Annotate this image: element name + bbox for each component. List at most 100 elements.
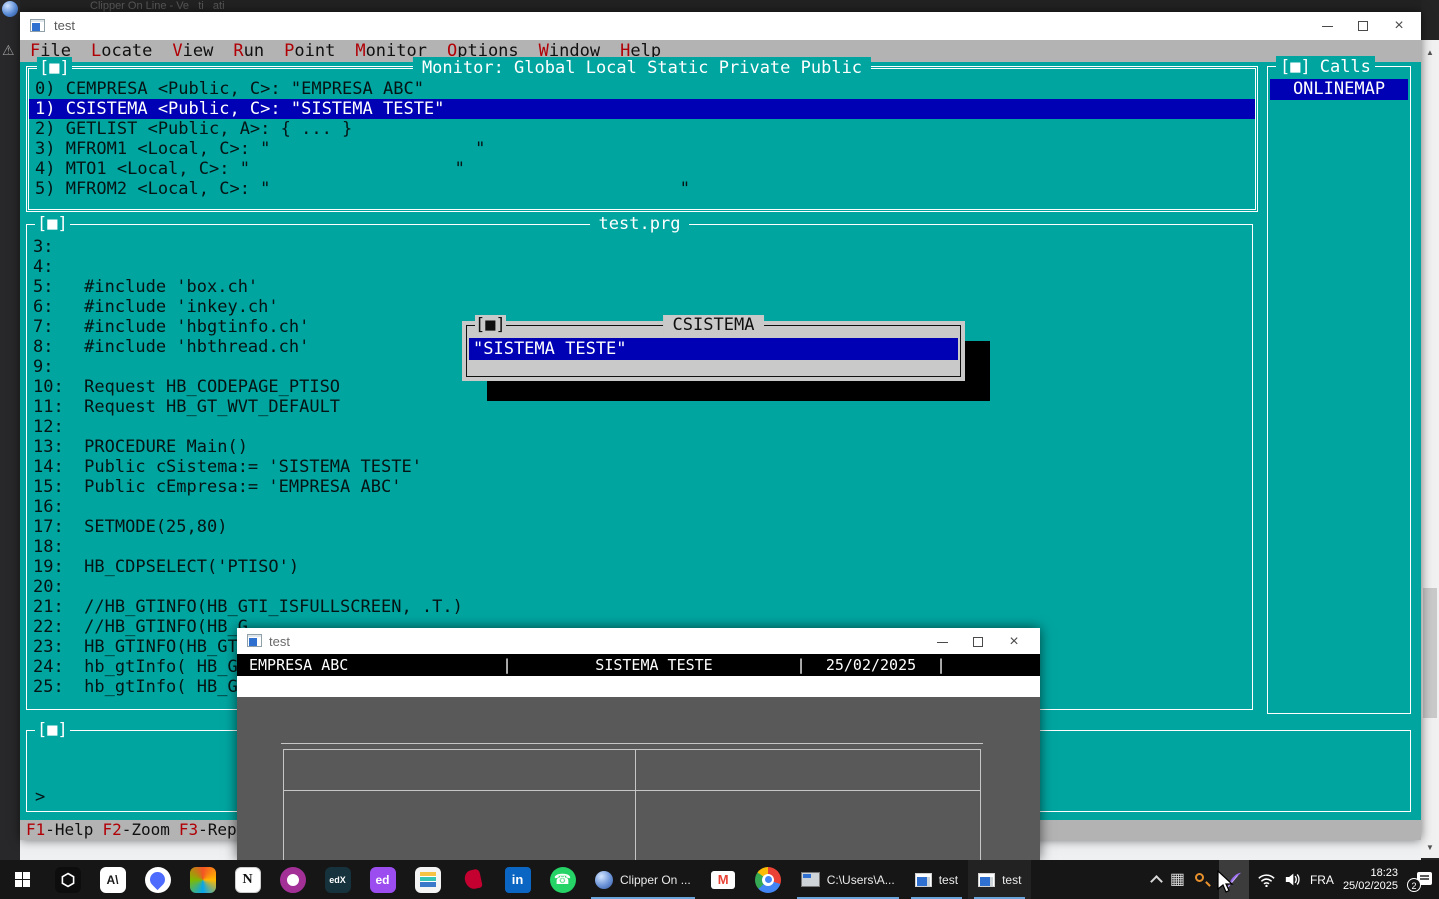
- fkey-f2[interactable]: F2: [102, 820, 121, 839]
- taskbar-item-chrome[interactable]: [746, 860, 791, 899]
- code-line: 13: PROCEDURE Main(): [27, 437, 1252, 457]
- monitor-row[interactable]: 2) GETLIST <Public, A>: { ... }: [29, 119, 1255, 139]
- linkedin-icon: in: [505, 867, 531, 893]
- task-button-console[interactable]: C:\Users\A...: [791, 860, 905, 899]
- globe-browser-icon: [595, 871, 613, 889]
- notion-icon: N: [235, 867, 261, 893]
- fkey-f1-label[interactable]: -Help: [45, 820, 93, 839]
- taskbar-item-red-app[interactable]: [450, 860, 495, 899]
- menu-locate[interactable]: Locate: [91, 40, 152, 62]
- monitor-panel: [■] Monitor: Global Local Static Private…: [26, 66, 1258, 212]
- taskbar-item-gmail[interactable]: M: [701, 860, 746, 899]
- fkey-f3[interactable]: F3: [179, 820, 198, 839]
- language-indicator[interactable]: FRA: [1310, 873, 1334, 887]
- code-line: 4:: [27, 257, 1252, 277]
- task-button-test-2[interactable]: test: [968, 860, 1031, 899]
- code-line: 16:: [27, 497, 1252, 517]
- app-title: test: [269, 634, 290, 649]
- notification-badge: 2: [1407, 878, 1421, 892]
- browser-scrollbar[interactable]: ▲ ▼: [1421, 0, 1439, 860]
- monitor-row[interactable]: 5) MFROM2 <Local, C>: " ": [29, 179, 1255, 199]
- fkey-f1[interactable]: F1: [26, 820, 45, 839]
- code-line: 17: SETMODE(25,80): [27, 517, 1252, 537]
- monitor-row-selected[interactable]: 1) CSISTEMA <Public, C>: "SISTEMA TESTE": [29, 99, 1255, 119]
- monitor-row[interactable]: 4) MTO1 <Local, C>: " ": [29, 159, 1255, 179]
- maximize-button[interactable]: [960, 628, 996, 656]
- screen: Clipper On Line - Ve ti ati ⚠ ▲ ▼ test ×…: [0, 0, 1439, 899]
- taskbar-item-notion[interactable]: N: [225, 860, 270, 899]
- debugger-titlebar[interactable]: test ×: [20, 12, 1421, 40]
- close-button[interactable]: ×: [1381, 12, 1417, 40]
- calls-close-icon[interactable]: [■]: [1280, 56, 1311, 78]
- taskbar-item-linkedin[interactable]: in: [495, 860, 540, 899]
- scrollbar-thumb[interactable]: [1423, 588, 1437, 718]
- touch-keyboard-icon[interactable]: ▦: [1170, 872, 1185, 888]
- app-window-icon: [247, 634, 262, 647]
- tray-expand-icon[interactable]: [1150, 875, 1163, 888]
- taskbar-item-edx[interactable]: edX: [315, 860, 360, 899]
- globe-icon: [2, 1, 18, 17]
- search-icon[interactable]: [1194, 872, 1210, 888]
- code-line: 21: //HB_GTINFO(HB_GTI_ISFULLSCREEN, .T.…: [27, 597, 1252, 617]
- command-prompt[interactable]: >: [35, 787, 45, 807]
- taskbar-clock[interactable]: 18:23 25/02/2025: [1343, 867, 1398, 893]
- menu-point[interactable]: Point: [284, 40, 335, 62]
- table-header-divider: [284, 790, 980, 791]
- close-button[interactable]: ×: [996, 628, 1032, 656]
- system-tray: ▦ FRA 18:23 25/02/2: [1152, 860, 1439, 899]
- menu-view[interactable]: View: [172, 40, 213, 62]
- code-line: 3:: [27, 237, 1252, 257]
- taskbar-item-ed[interactable]: ed: [360, 860, 405, 899]
- start-button[interactable]: [0, 860, 45, 899]
- app-titlebar[interactable]: test ×: [237, 628, 1040, 654]
- taskbar-item-ring-app[interactable]: [270, 860, 315, 899]
- fkey-f2-label[interactable]: -Zoom: [122, 820, 170, 839]
- scrollbar-down-icon[interactable]: ▼: [1421, 843, 1439, 852]
- clock-time: 18:23: [1343, 867, 1398, 880]
- chrome-icon: [755, 867, 781, 893]
- code-line: 5: #include 'box.ch': [27, 277, 1252, 297]
- code-line: 12:: [27, 417, 1252, 437]
- wifi-icon[interactable]: [1258, 873, 1275, 887]
- task-label: test: [1002, 873, 1021, 887]
- code-line: 6: #include 'inkey.ch': [27, 297, 1252, 317]
- taskbar-item-deepseek[interactable]: [135, 860, 180, 899]
- monitor-row[interactable]: 0) CEMPRESA <Public, C>: "EMPRESA ABC": [29, 79, 1255, 99]
- menu-run[interactable]: Run: [233, 40, 264, 62]
- popup-value[interactable]: "SISTEMA TESTE": [469, 338, 958, 360]
- copilot-icon: [190, 867, 216, 893]
- volume-icon[interactable]: [1284, 872, 1301, 887]
- claude-icon: A\: [100, 867, 126, 893]
- minimize-button[interactable]: [924, 628, 960, 656]
- code-line: 20:: [27, 577, 1252, 597]
- maximize-button[interactable]: [1345, 12, 1381, 40]
- app-body: [237, 697, 1040, 860]
- minimize-button[interactable]: [1309, 12, 1345, 40]
- fkey-f3-label[interactable]: -Rep: [198, 820, 237, 839]
- code-line: 14: Public cSistema:= 'SISTEMA TESTE': [27, 457, 1252, 477]
- monitor-close-icon[interactable]: [■]: [37, 57, 72, 79]
- task-button-clipper[interactable]: Clipper On ...: [585, 860, 701, 899]
- separator: |: [795, 654, 807, 676]
- popup-close-icon[interactable]: [■]: [475, 315, 506, 335]
- taskbar-item-whatsapp[interactable]: ☎: [540, 860, 585, 899]
- task-button-test-1[interactable]: test: [905, 860, 968, 899]
- notification-center[interactable]: 2: [1407, 870, 1433, 890]
- calls-selected-item[interactable]: ONLINEMAP: [1270, 79, 1408, 100]
- ring-app-icon: [280, 867, 306, 893]
- taskbar-item-copilot[interactable]: [180, 860, 225, 899]
- command-close-icon[interactable]: [■]: [35, 719, 70, 741]
- monitor-row[interactable]: 3) MFROM1 <Local, C>: " ": [29, 139, 1255, 159]
- header-date: 25/02/2025: [807, 654, 935, 676]
- code-close-icon[interactable]: [■]: [35, 213, 70, 235]
- app-window: test × EMPRESA ABC | SISTEMA TESTE | 25/…: [237, 628, 1040, 860]
- table-top-border: [281, 743, 983, 744]
- clock-date: 25/02/2025: [1343, 880, 1398, 893]
- scrollbar-up-icon[interactable]: ▲: [1421, 48, 1439, 57]
- scrollbar-track[interactable]: ▲ ▼: [1421, 40, 1439, 858]
- taskbar-item-claude[interactable]: A\: [90, 860, 135, 899]
- code-line: 18:: [27, 537, 1252, 557]
- taskbar-item-chatgpt[interactable]: [45, 860, 90, 899]
- windows-logo-icon: [15, 872, 30, 887]
- taskbar-item-stack-app[interactable]: [405, 860, 450, 899]
